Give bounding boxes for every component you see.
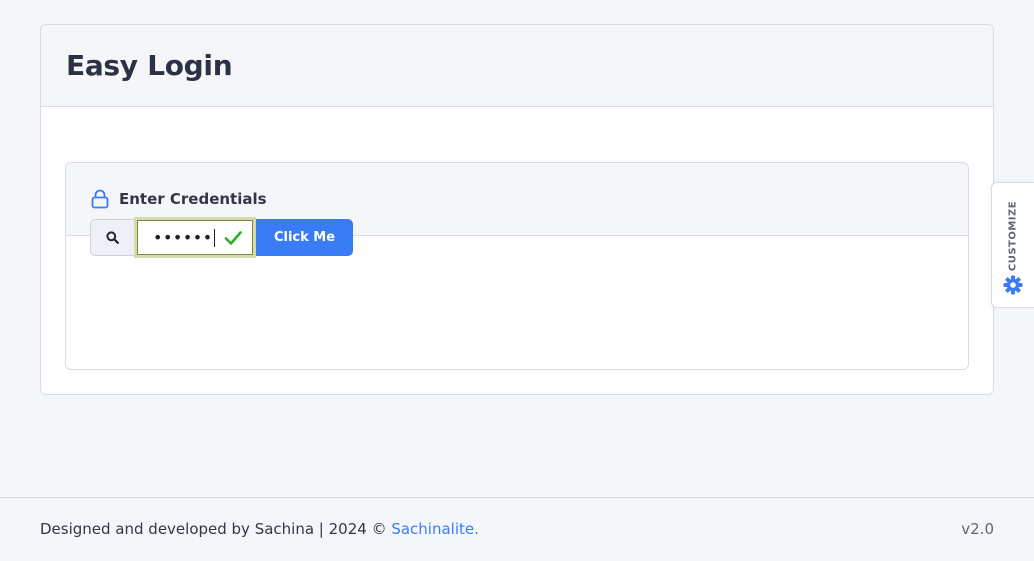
customize-label: CUSTOMIZE [1007,200,1019,272]
customize-tab[interactable]: CUSTOMIZE [991,182,1034,308]
password-field-focus-ring: •••••• [134,217,256,258]
main-card: Easy Login Enter Credentials •••••• Clic… [40,24,994,395]
footer-link[interactable]: Sachinalite. [391,520,479,538]
login-input-group: •••••• Click Me [90,217,353,258]
click-me-button[interactable]: Click Me [256,219,353,256]
footer: Designed and developed by Sachina | 2024… [0,497,1034,561]
version-label: v2.0 [961,520,994,538]
credentials-card: Enter Credentials •••••• Click Me [65,162,969,370]
password-input[interactable]: •••••• [137,220,253,255]
lock-icon [91,189,109,209]
gear-icon[interactable] [1002,274,1024,296]
password-value: •••••• [153,228,213,247]
check-icon [224,229,242,247]
text-caret [213,228,215,247]
main-card-header: Easy Login [41,25,993,107]
page-title: Easy Login [66,49,233,82]
footer-credit: Designed and developed by Sachina | 2024… [40,520,479,538]
credentials-title: Enter Credentials [119,190,267,208]
footer-credit-text: Designed and developed by Sachina | 2024… [40,520,392,538]
search-icon[interactable] [90,219,134,256]
